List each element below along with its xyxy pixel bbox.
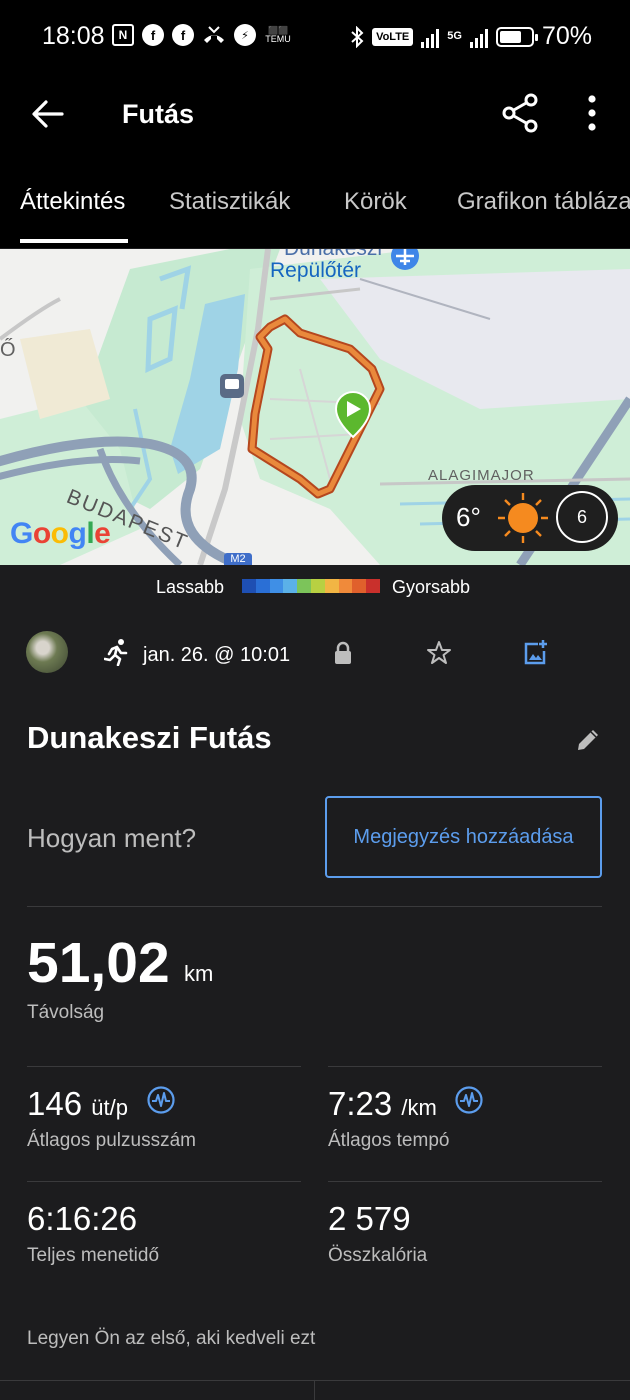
avg-hr-value: 146 — [27, 1085, 83, 1122]
active-tab-indicator — [20, 239, 128, 243]
total-time-label: Teljes menetidő — [27, 1245, 160, 1266]
pace-color-segment — [310, 579, 325, 593]
status-right: VoLTE 5G 70% — [350, 22, 592, 51]
calories-value: 2 579 — [328, 1200, 411, 1237]
bluetooth-icon — [351, 25, 364, 48]
map-label-alagimajor: ALAGIMAJOR — [428, 467, 535, 484]
heart-rate-chart-icon[interactable] — [146, 1085, 176, 1115]
divider — [27, 1181, 301, 1182]
divider — [27, 906, 602, 907]
tab-laps[interactable]: Körök — [344, 188, 407, 216]
page-title: Futás — [122, 99, 195, 129]
divider — [0, 1380, 630, 1381]
distance-label: Távolság — [27, 1002, 105, 1023]
pace-color-segment — [255, 579, 270, 593]
activity-date: jan. 26. @ 10:01 — [143, 644, 291, 666]
avatar[interactable] — [26, 631, 68, 673]
pace-legend: Lassabb Gyorsabb — [0, 565, 630, 605]
sun-icon — [498, 493, 548, 543]
avg-hr-value-group: 146 üt/p — [27, 1085, 128, 1123]
distance-value: 51,02 — [27, 931, 170, 995]
route-map[interactable]: Dunakeszi Repülőtér ALAGIMAJOR Ő BUDAPES… — [0, 249, 630, 565]
map-label-o: Ő — [0, 339, 17, 361]
pace-chart-icon[interactable] — [454, 1085, 484, 1115]
signal-icon — [421, 26, 440, 48]
star-icon[interactable] — [426, 640, 452, 666]
avg-pace-value: 7:23 — [328, 1085, 393, 1122]
tab-chart-table[interactable]: Grafikon tábláza — [457, 188, 630, 216]
pace-color-segment — [352, 579, 367, 593]
legend-fast-label: Gyorsabb — [392, 577, 471, 597]
avg-pace-unit: /km — [401, 1095, 437, 1120]
battery-percent: 70% — [541, 22, 592, 50]
app-bar: Futás — [0, 78, 630, 160]
divider — [328, 1066, 602, 1067]
tab-bar: Áttekintés Statisztikák Körök Grafikon t… — [0, 160, 630, 248]
like-prompt[interactable]: Legyen Ön az első, aki kedveli ezt — [27, 1328, 315, 1350]
lock-icon[interactable] — [332, 641, 354, 665]
pace-color-segment — [297, 579, 311, 593]
pace-color-segment — [242, 579, 256, 593]
pace-gradient-bar — [242, 579, 380, 593]
temu-icon: ⬛⬛ TEMU — [265, 26, 291, 44]
calories-label: Összkalória — [328, 1245, 428, 1266]
status-time: 18:08 — [42, 22, 105, 50]
total-time-value: 6:16:26 — [27, 1200, 138, 1237]
pace-color-segment — [283, 579, 298, 593]
avg-hr-unit: üt/p — [91, 1095, 128, 1120]
messenger-icon: ⚡ — [234, 24, 256, 46]
weather-widget[interactable]: 6° 6 — [442, 485, 618, 551]
add-photo-icon[interactable] — [522, 639, 548, 667]
battery-icon — [495, 26, 538, 47]
road-badge: M2 — [224, 553, 252, 565]
network-badge: 5G — [447, 30, 462, 42]
legend-slow-label: Lassabb — [156, 577, 225, 597]
map-label-airport-2: Repülőtér — [270, 259, 362, 282]
add-note-button[interactable]: Megjegyzés hozzáadása — [325, 796, 602, 878]
divider — [27, 1066, 301, 1067]
facebook-icon: f — [142, 24, 164, 46]
google-logo: Google — [10, 517, 111, 550]
nfc-icon: N — [112, 24, 134, 46]
pace-color-segment — [338, 579, 353, 593]
edit-pencil-icon[interactable] — [574, 726, 602, 754]
tab-overview[interactable]: Áttekintés — [20, 188, 125, 216]
running-icon — [104, 639, 128, 666]
divider — [314, 1380, 315, 1400]
avg-pace-label: Átlagos tempó — [328, 1130, 450, 1151]
distance-unit: km — [184, 961, 214, 986]
avg-pace-value-group: 7:23 /km — [328, 1085, 437, 1123]
wind-indicator: 6 — [556, 491, 608, 543]
missed-call-icon — [204, 26, 224, 43]
activity-name: Dunakeszi Futás — [27, 720, 272, 755]
volte-badge: VoLTE — [372, 27, 414, 46]
more-options-icon[interactable] — [578, 92, 606, 134]
divider — [328, 1181, 602, 1182]
signal-icon-2 — [469, 26, 488, 48]
how-did-it-go-prompt: Hogyan ment? — [27, 823, 197, 853]
pace-color-segment — [324, 579, 339, 593]
activity-meta-row: jan. 26. @ 10:01 — [0, 624, 630, 682]
pace-color-segment — [269, 579, 284, 593]
pace-color-segment — [366, 579, 380, 593]
weather-temperature: 6° — [456, 502, 481, 532]
notification-icons: N f f ⚡ ⬛⬛ TEMU — [112, 24, 292, 46]
back-arrow-icon[interactable] — [30, 94, 66, 134]
avg-hr-label: Átlagos pulzusszám — [27, 1130, 196, 1151]
tab-statistics[interactable]: Statisztikák — [169, 188, 290, 216]
facebook-icon-2: f — [172, 24, 194, 46]
share-icon[interactable] — [500, 92, 540, 134]
status-bar: 18:08 N f f ⚡ ⬛⬛ TEMU VoLTE 5G 70% — [0, 0, 630, 78]
